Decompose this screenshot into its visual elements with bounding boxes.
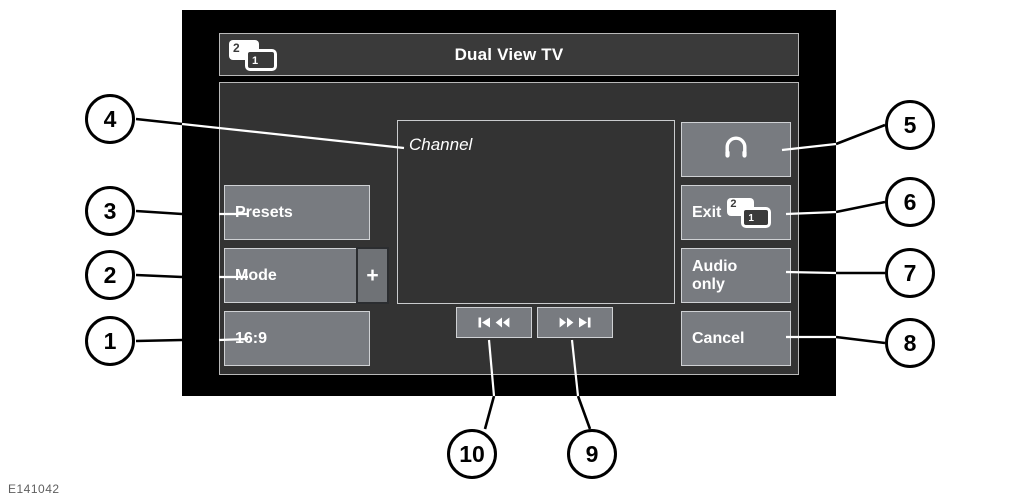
channel-display-panel[interactable]: Channel [397,120,675,304]
mode-button[interactable]: Mode [224,248,370,303]
audio-only-button[interactable]: Audio only [681,248,791,303]
dual-view-icon-screen-1-number: 1 [748,212,754,224]
callout-1-number: 1 [103,327,117,354]
audio-only-button-label-line2: only [692,275,725,293]
mode-plus-button-label: + [366,264,379,287]
callout-6-number: 6 [903,188,917,215]
presets-button-label: Presets [235,203,293,221]
figure-reference-code: E141042 [8,482,60,496]
channel-label: Channel [409,135,473,154]
exit-button-label: Exit [692,203,722,221]
callout-8: 8 [885,318,935,368]
callout-10-number: 10 [459,440,485,467]
audio-only-button-label-line1: Audio [692,257,738,275]
audio-only-button-label: Audio only [692,258,737,294]
callout-9-number: 9 [585,440,599,467]
callout-6: 6 [885,177,935,227]
headphone-icon [723,134,749,165]
callout-4: 4 [85,94,135,144]
page-title: Dual View TV [454,44,564,64]
callout-7: 7 [885,248,935,298]
callout-9: 9 [567,429,617,479]
callout-7-number: 7 [903,259,917,286]
exit-button[interactable]: Exit 2 1 [681,185,791,240]
rewind-chevrons-icon [495,316,510,329]
callout-3: 3 [85,186,135,236]
aspect-ratio-button[interactable]: 16:9 [224,311,370,366]
title-bar: 2 1 Dual View TV [219,33,799,76]
skip-forward-icon [578,316,591,329]
callout-10: 10 [447,429,497,479]
callout-8-number: 8 [903,329,917,356]
presets-button[interactable]: Presets [224,185,370,240]
mode-plus-button[interactable]: + [356,247,389,304]
callout-3-number: 3 [103,197,117,224]
dual-view-icon-screen-2-number: 2 [730,197,737,210]
aspect-ratio-button-label: 16:9 [235,329,268,347]
callout-1: 1 [85,316,135,366]
dual-view-icon: 2 1 [727,197,772,228]
callout-5-number: 5 [903,111,917,138]
cancel-button[interactable]: Cancel [681,311,791,366]
callout-4-number: 4 [103,105,117,132]
headphone-button[interactable] [681,122,791,177]
next-channel-button[interactable] [537,307,613,338]
dual-view-icon-screen-1: 1 [741,206,772,228]
callout-5: 5 [885,100,935,150]
cancel-button-label: Cancel [692,329,745,347]
previous-channel-button[interactable] [456,307,532,338]
callout-2-number: 2 [103,261,117,288]
skip-back-icon [478,316,491,329]
mode-button-label: Mode [235,266,277,284]
callout-2: 2 [85,250,135,300]
fast-forward-chevrons-icon [559,316,574,329]
